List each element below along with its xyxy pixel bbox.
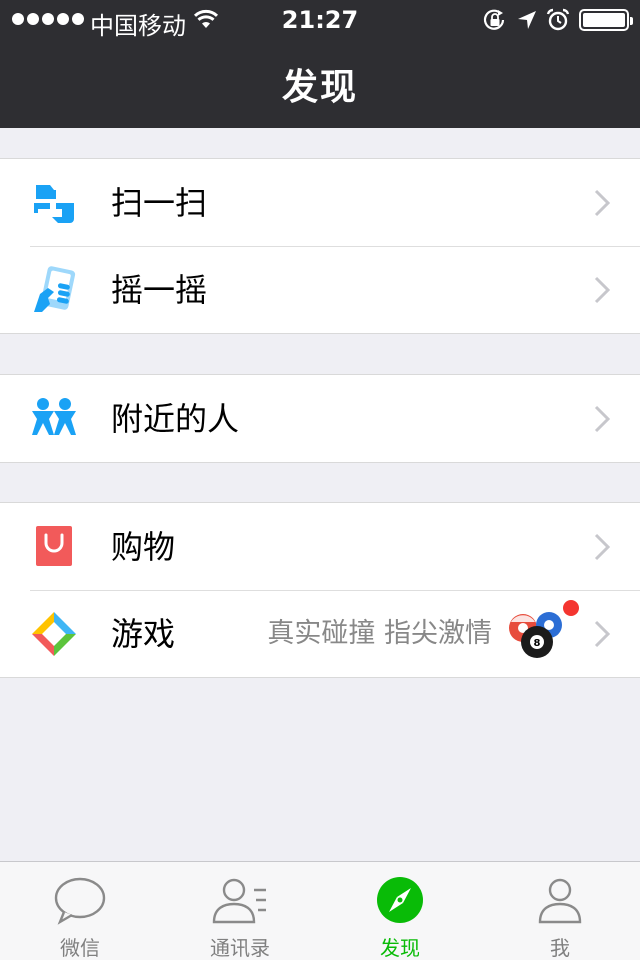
menu-item-scan[interactable]: 扫一扫 [0, 159, 640, 246]
scan-icon [34, 185, 74, 223]
menu-item-label: 扫一扫 [111, 184, 208, 222]
billiard-balls-icon: 8 [509, 612, 562, 658]
menu-item-label: 游戏 [111, 615, 176, 653]
page-title: 发现 [281, 67, 358, 108]
battery-icon [579, 9, 633, 31]
menu-group-shop-game: 购物 游戏 真实碰撞 指尖激情 8 [0, 502, 640, 678]
rotation-lock-icon [483, 9, 505, 30]
menu-item-shopping[interactable]: 购物 [0, 503, 640, 590]
tab-contacts[interactable]: 通讯录 [160, 862, 320, 960]
nearby-people-icon [32, 398, 76, 435]
menu-group-scan-shake: 扫一扫 摇一摇 [0, 158, 640, 334]
menu-item-label: 摇一摇 [111, 271, 208, 309]
contacts-icon [212, 878, 266, 924]
me-person-icon [538, 878, 582, 924]
chevron-right-icon [594, 276, 610, 304]
menu-group-nearby: 附近的人 [0, 374, 640, 463]
tab-bar: 微信 通讯录 发现 我 [0, 861, 640, 960]
menu-item-shake[interactable]: 摇一摇 [0, 246, 640, 333]
menu-item-label: 购物 [111, 528, 176, 566]
menu-item-nearby-people[interactable]: 附近的人 [0, 375, 640, 462]
tab-label: 微信 [60, 936, 100, 960]
menu-item-game[interactable]: 游戏 真实碰撞 指尖激情 8 [0, 590, 640, 677]
location-arrow-icon [518, 11, 536, 29]
chevron-right-icon [594, 405, 610, 433]
chevron-right-icon [594, 620, 610, 648]
tab-chats[interactable]: 微信 [0, 862, 160, 960]
clock-time: 21:27 [281, 6, 359, 34]
shake-phone-icon [34, 266, 76, 312]
game-promo-text: 真实碰撞 指尖激情 [267, 618, 492, 649]
status-bar: 中国移动 21:27 [0, 0, 640, 40]
game-icon [32, 612, 76, 656]
shopping-bag-icon [36, 526, 72, 566]
chevron-right-icon [594, 189, 610, 217]
tab-label: 通讯录 [210, 936, 270, 960]
alarm-clock-icon [546, 8, 570, 31]
menu-item-label: 附近的人 [111, 400, 240, 438]
tab-label: 我 [550, 936, 570, 960]
new-badge-dot [563, 600, 579, 616]
nav-bar: 发现 [0, 40, 640, 128]
chat-bubble-icon [54, 877, 106, 925]
svg-text:8: 8 [534, 638, 541, 649]
tab-me[interactable]: 我 [480, 862, 640, 960]
chevron-right-icon [594, 533, 610, 561]
tab-discover[interactable]: 发现 [320, 862, 480, 960]
compass-icon [377, 877, 423, 923]
tab-label: 发现 [380, 936, 420, 960]
